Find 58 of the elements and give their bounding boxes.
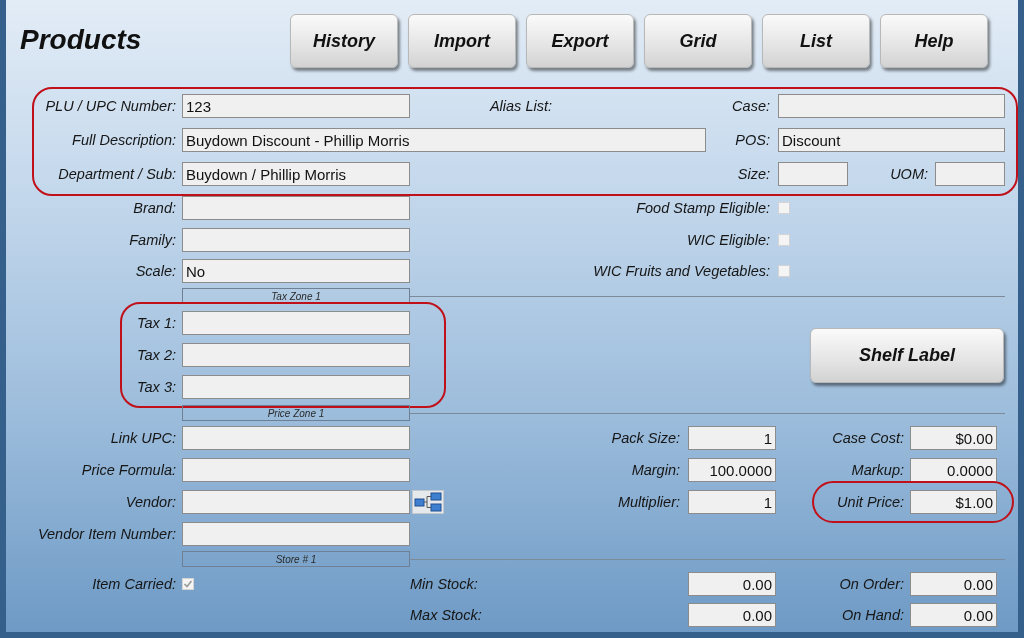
field-label: Price Formula:: [81, 462, 176, 478]
field-label: Multiplier:: [617, 494, 680, 510]
field-label: Size:: [737, 166, 770, 182]
toolbar-button[interactable]: Import: [408, 14, 516, 68]
field-label: Tax 3:: [137, 379, 176, 395]
number-field[interactable]: $0.00: [910, 426, 997, 450]
shelf-label-button[interactable]: Shelf Label: [810, 327, 1004, 383]
number-field[interactable]: 0.0000: [910, 458, 997, 482]
field-label: On Order:: [839, 576, 904, 592]
field-label: Vendor Item Number:: [37, 526, 176, 542]
department-field[interactable]: Buydown / Phillip Morris: [182, 162, 410, 186]
number-field[interactable]: 0.00: [688, 572, 776, 596]
plu-field[interactable]: 123: [182, 94, 410, 118]
field-label: WIC Eligible:: [687, 231, 770, 248]
field-label: PLU / UPC Number:: [45, 98, 176, 114]
field-label: POS:: [735, 132, 770, 148]
field-label: Alias List:: [489, 98, 552, 114]
field-label: Min Stock:: [410, 576, 478, 592]
number-field[interactable]: 1: [688, 490, 776, 514]
number-field[interactable]: $1.00: [910, 490, 997, 514]
field-label: Link UPC:: [110, 430, 176, 446]
field-label: Case:: [732, 98, 770, 114]
field-label: Scale:: [135, 263, 176, 279]
toolbar-button[interactable]: Export: [526, 14, 634, 68]
description-field[interactable]: Buydown Discount - Phillip Morris: [182, 128, 706, 152]
field-label: Max Stock:: [410, 607, 482, 623]
field-label: Tax 1:: [137, 315, 176, 331]
number-field[interactable]: 0.00: [688, 603, 776, 627]
number-field[interactable]: 0.00: [910, 603, 997, 627]
field-label: Full Description:: [72, 132, 176, 148]
field-label: Tax 2:: [137, 347, 176, 363]
toolbar-button[interactable]: Grid: [644, 14, 752, 68]
text-field[interactable]: No: [182, 259, 410, 283]
field-label: WIC Fruits and Vegetables:: [593, 263, 770, 279]
field-label: Unit Price:: [837, 494, 904, 510]
field-label: Case Cost:: [832, 430, 904, 446]
field-label: Vendor:: [125, 494, 176, 510]
field-label: Brand:: [133, 200, 176, 216]
field-label: Markup:: [851, 462, 904, 478]
toolbar-button[interactable]: Help: [880, 14, 988, 68]
zone-header: Tax Zone 1: [182, 288, 410, 304]
zone-header: Price Zone 1: [182, 405, 410, 421]
window-title: Products: [19, 24, 143, 56]
field-label: Pack Size:: [611, 430, 680, 446]
pos-field[interactable]: Discount: [778, 128, 1005, 152]
toolbar-button[interactable]: List: [762, 14, 870, 68]
number-field[interactable]: 1: [688, 426, 776, 450]
field-label: On Hand:: [841, 607, 904, 623]
field-label: UOM:: [890, 166, 928, 182]
field-label: Item Carried:: [92, 576, 176, 592]
field-label: Margin:: [631, 462, 680, 478]
zone-header: Store # 1: [182, 551, 410, 567]
number-field[interactable]: 100.0000: [688, 458, 776, 482]
toolbar-button[interactable]: History: [290, 14, 398, 68]
field-label: Food Stamp Eligible:: [636, 200, 770, 216]
field-label: Department / Sub:: [58, 166, 176, 182]
number-field[interactable]: 0.00: [910, 572, 997, 596]
field-label: Family:: [129, 231, 176, 248]
